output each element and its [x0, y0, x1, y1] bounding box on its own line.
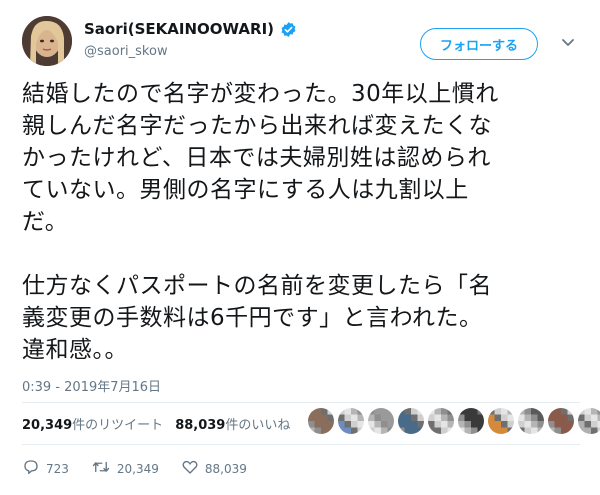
like-button[interactable]: 88,039: [181, 458, 247, 479]
divider: [22, 402, 580, 403]
user-handle[interactable]: @saori_skow: [84, 44, 168, 59]
liker-avatar[interactable]: [488, 408, 514, 434]
retweets-stat-label: 件のリツイート: [72, 418, 164, 433]
follow-button[interactable]: フォローする: [420, 28, 538, 60]
tweet-header: Saori(SEKAINOOWARI) @saori_skow フォローする: [0, 0, 600, 76]
avatar[interactable]: [22, 16, 72, 66]
chevron-down-icon[interactable]: [558, 32, 578, 52]
reply-icon: [22, 458, 46, 479]
heart-icon: [181, 458, 205, 479]
liker-avatar[interactable]: [398, 408, 424, 434]
liker-avatar[interactable]: [308, 408, 334, 434]
liker-avatar[interactable]: [458, 408, 484, 434]
divider: [22, 444, 580, 445]
tweet-text: 結婚したので名字が変わった。30年以上慣れ 親しんだ名字だったから出来れば変えた…: [22, 81, 499, 363]
verified-badge-icon: [280, 21, 297, 38]
likes-stat-label: 件のいいね: [225, 418, 291, 433]
liker-avatars: [308, 408, 600, 434]
reply-button[interactable]: 723: [22, 458, 69, 479]
liker-avatar[interactable]: [548, 408, 574, 434]
tweet-actions: 723 20,349 88,039: [22, 458, 269, 479]
liker-avatar[interactable]: [518, 408, 544, 434]
reply-count: 723: [46, 461, 69, 476]
liker-avatar[interactable]: [338, 408, 364, 434]
tweet-stats: 20,349件のリツイート 88,039件のいいね: [22, 414, 290, 433]
liker-avatar[interactable]: [578, 408, 600, 434]
name-row: Saori(SEKAINOOWARI): [84, 20, 297, 38]
retweets-stat-count: 20,349: [22, 418, 73, 433]
retweet-button[interactable]: 20,349: [91, 458, 159, 479]
liker-avatar[interactable]: [368, 408, 394, 434]
retweet-icon: [91, 458, 117, 479]
like-count: 88,039: [204, 461, 247, 476]
display-name[interactable]: Saori(SEKAINOOWARI): [84, 20, 274, 38]
retweet-count: 20,349: [116, 461, 159, 476]
retweets-stat[interactable]: 20,349件のリツイート: [22, 414, 163, 433]
tweet-timestamp[interactable]: 0:39 - 2019年7月16日: [22, 376, 161, 395]
likes-stat-count: 88,039: [175, 418, 226, 433]
liker-avatar[interactable]: [428, 408, 454, 434]
likes-stat[interactable]: 88,039件のいいね: [175, 414, 290, 433]
